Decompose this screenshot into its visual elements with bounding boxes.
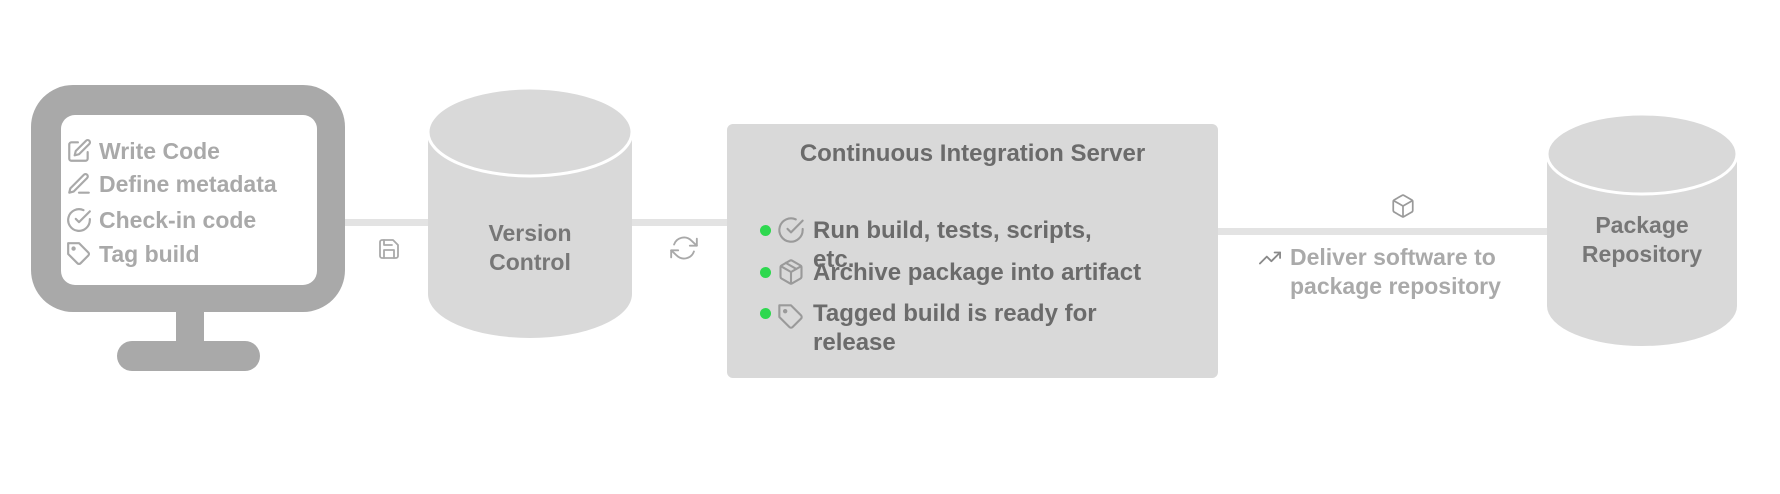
- ci-server-title: Continuous Integration Server: [799, 140, 1146, 167]
- deliver-label: Deliver software to package repository: [1290, 243, 1501, 301]
- monitor-neck: [176, 310, 204, 342]
- workstation-item: Define metadata: [66, 170, 277, 198]
- tag-icon: [778, 304, 803, 329]
- ci-item-label: Tagged build is ready for release: [813, 300, 1097, 356]
- package-icon: [1392, 194, 1414, 218]
- ci-item: Archive package into artifact: [760, 258, 1173, 287]
- workstation-item-label: Tag build: [99, 240, 200, 267]
- tag-icon: [67, 242, 90, 265]
- version-control-label-line2: Control: [489, 249, 571, 275]
- version-control-label-line1: Version: [488, 220, 572, 246]
- bullet-dot: [760, 225, 771, 236]
- package-icon: [779, 259, 803, 285]
- package-repository-label-line1: Package: [1595, 212, 1689, 238]
- ci-item: Tagged build is ready for release: [760, 299, 1123, 357]
- package-repository-label-line2: Repository: [1581, 241, 1703, 267]
- workstation-item: Tag build: [66, 240, 200, 268]
- deliver-label-line1: Deliver software to: [1290, 244, 1496, 270]
- version-control-label: Version Control: [440, 219, 620, 277]
- check-circle-icon: [67, 208, 91, 232]
- workstation-item: Write Code: [66, 137, 220, 165]
- edit-icon: [68, 139, 91, 162]
- save-icon: [379, 239, 399, 259]
- pen-icon: [68, 173, 90, 194]
- package-repository-label: Package Repository: [1552, 211, 1732, 269]
- workstation-item-label: Define metadata: [99, 170, 277, 197]
- monitor-stand: [117, 341, 260, 371]
- ci-item-label: Archive package into artifact: [813, 259, 1142, 286]
- check-circle-icon: [778, 217, 804, 243]
- connector-monitor-vc: [343, 219, 429, 226]
- trending-up-icon: [1259, 251, 1281, 265]
- workstation-item: Check-in code: [66, 206, 256, 234]
- connector-vc-ci: [631, 219, 729, 226]
- connector-ci-repo: [1216, 228, 1550, 235]
- workstation-item-label: Check-in code: [99, 206, 257, 233]
- bullet-dot: [760, 308, 771, 319]
- version-control-cylinder: [426, 86, 634, 338]
- sync-icon: [670, 236, 698, 260]
- deliver-label-line2: package repository: [1290, 273, 1501, 299]
- bullet-dot: [760, 267, 771, 278]
- workstation-item-label: Write Code: [99, 137, 220, 164]
